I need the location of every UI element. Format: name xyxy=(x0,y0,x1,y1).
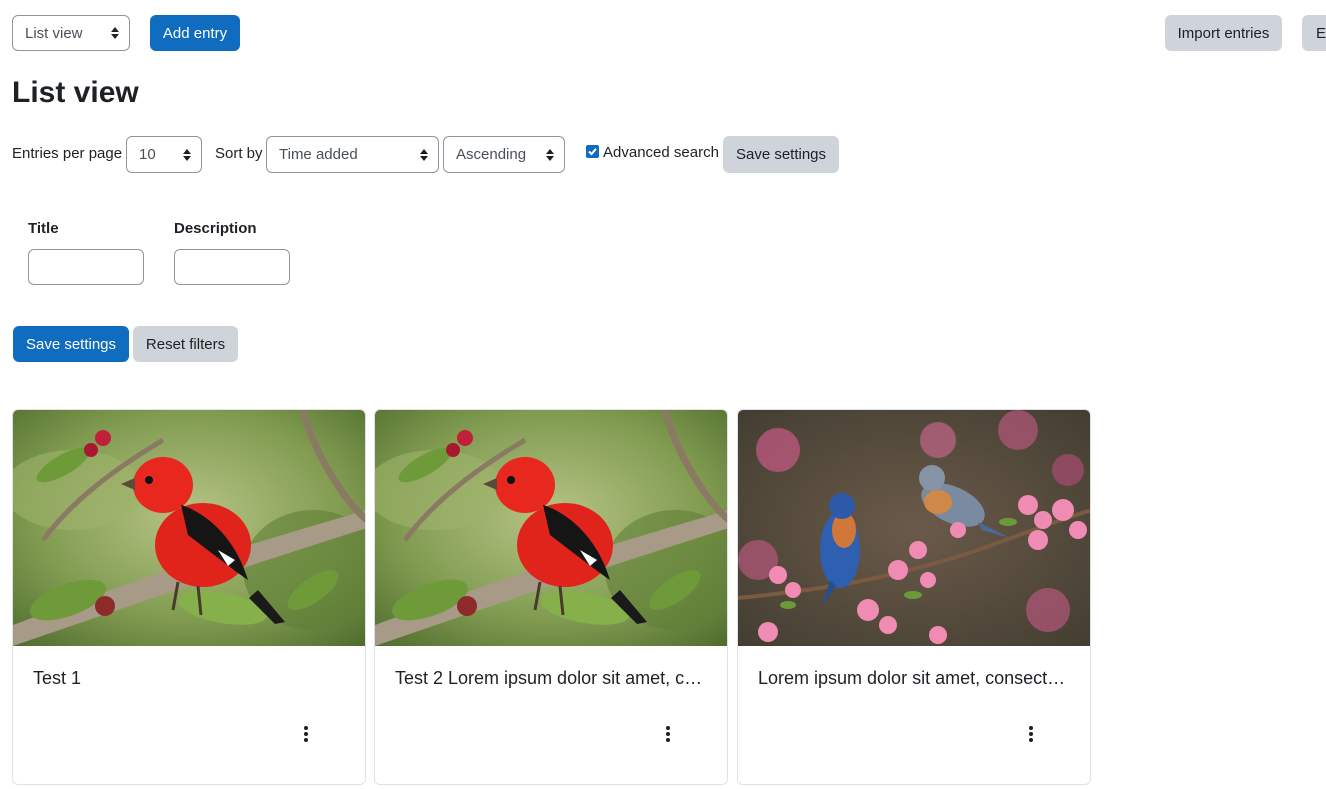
kebab-icon-dot xyxy=(1029,732,1033,736)
entry-card[interactable]: Test 1 xyxy=(12,409,366,785)
export-entries-button[interactable]: E xyxy=(1302,15,1326,51)
entry-title[interactable]: Lorem ipsum dolor sit amet, consectetur … xyxy=(758,668,1072,689)
add-entry-button[interactable]: Add entry xyxy=(150,15,240,51)
select-arrows-icon xyxy=(183,148,191,161)
title-filter-input[interactable] xyxy=(28,249,144,285)
kebab-icon xyxy=(1029,726,1033,730)
sort-order-select[interactable]: Ascending xyxy=(443,136,565,173)
kebab-icon-dot xyxy=(304,732,308,736)
entry-image[interactable] xyxy=(375,410,727,646)
select-arrows-icon xyxy=(111,27,119,39)
sort-by-select[interactable]: Time added xyxy=(266,136,439,173)
entries-per-page-label: Entries per page xyxy=(12,145,123,162)
entries-per-page-value: 10 xyxy=(139,146,156,163)
entry-card[interactable]: Lorem ipsum dolor sit amet, consectetur … xyxy=(737,409,1091,785)
red-bird-image xyxy=(375,410,727,646)
select-arrows-icon xyxy=(420,148,428,161)
entry-actions-menu[interactable] xyxy=(1024,722,1038,746)
entry-title[interactable]: Test 1 xyxy=(33,668,347,689)
kebab-icon-dot xyxy=(666,732,670,736)
save-settings-button[interactable]: Save settings xyxy=(723,136,839,173)
sort-by-label: Sort by xyxy=(215,145,263,162)
save-filters-button[interactable]: Save settings xyxy=(13,326,129,362)
view-select[interactable]: List view xyxy=(12,15,130,51)
import-entries-button[interactable]: Import entries xyxy=(1165,15,1282,51)
kebab-icon-dot xyxy=(1029,738,1033,742)
entry-card[interactable]: Test 2 Lorem ipsum dolor sit amet, conse… xyxy=(374,409,728,785)
red-bird-image xyxy=(13,410,365,646)
reset-filters-button[interactable]: Reset filters xyxy=(133,326,238,362)
page-title: List view xyxy=(12,76,139,109)
description-filter-label: Description xyxy=(174,220,257,237)
kebab-icon xyxy=(666,726,670,730)
view-select-value: List view xyxy=(25,24,83,42)
entries-per-page-select[interactable]: 10 xyxy=(126,136,202,173)
title-filter-label: Title xyxy=(28,220,59,237)
kebab-icon-dot xyxy=(666,738,670,742)
checkmark-icon xyxy=(588,148,597,156)
select-arrows-icon xyxy=(546,148,554,161)
export-entries-label: E xyxy=(1316,24,1326,42)
advanced-search-checkbox[interactable] xyxy=(586,145,599,158)
entry-actions-menu[interactable] xyxy=(299,722,313,746)
entry-actions-menu[interactable] xyxy=(661,722,675,746)
sort-by-value: Time added xyxy=(279,146,358,163)
kebab-icon xyxy=(304,726,308,730)
entry-title[interactable]: Test 2 Lorem ipsum dolor sit amet, conse… xyxy=(395,668,709,689)
sort-order-value: Ascending xyxy=(456,146,527,163)
kebab-icon-dot xyxy=(304,738,308,742)
entry-image[interactable] xyxy=(738,410,1090,646)
description-filter-input[interactable] xyxy=(174,249,290,285)
advanced-search-label[interactable]: Advanced search xyxy=(603,144,719,161)
entry-image[interactable] xyxy=(13,410,365,646)
bluebirds-image xyxy=(738,410,1090,646)
